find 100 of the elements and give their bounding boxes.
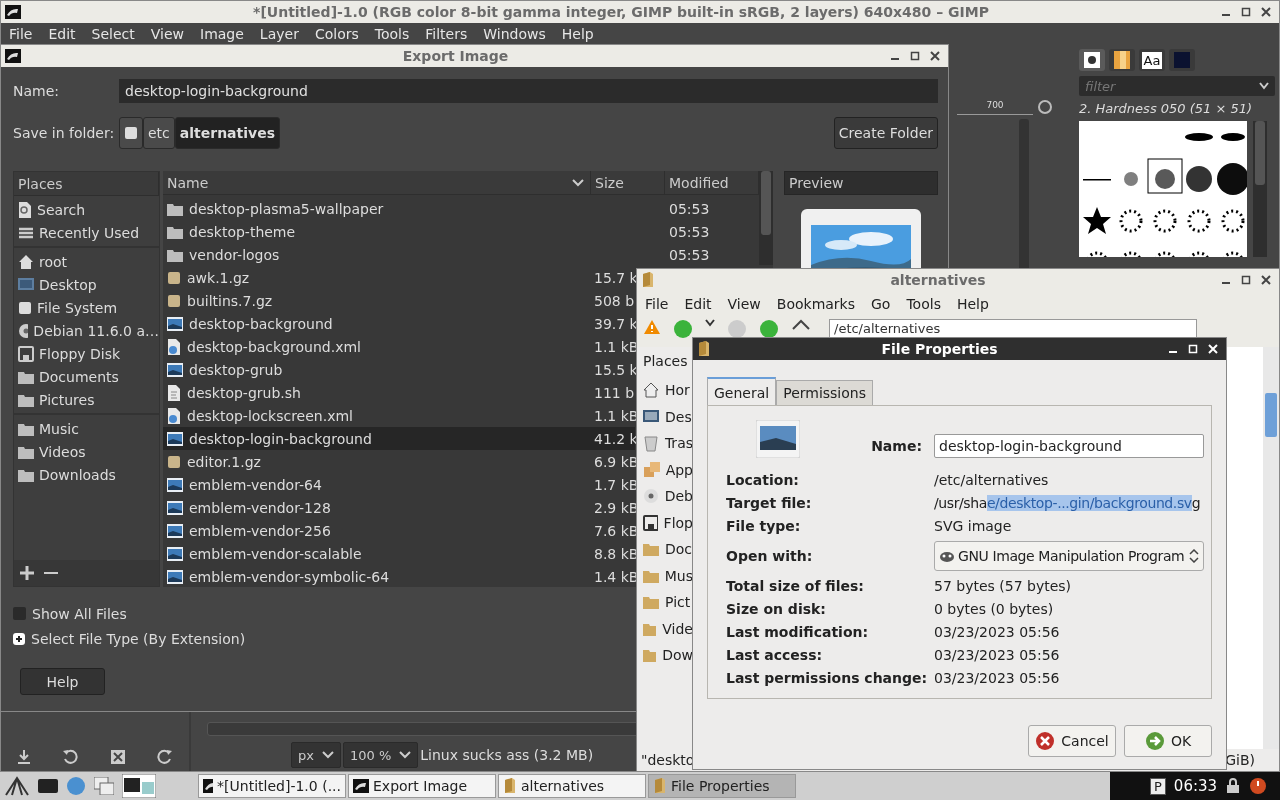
place-item[interactable]: Videos [14,440,159,463]
place-item[interactable]: Pict [643,589,693,616]
file-row[interactable]: builtins.7.gz 508 b [163,289,635,312]
menu-item[interactable]: View [142,26,192,42]
taskbar-button[interactable]: *[Untitled]-1.0 (... [198,774,346,798]
menu-item[interactable]: Tools [366,26,418,42]
place-item[interactable]: Deb [643,483,693,510]
place-item[interactable]: Pictures [14,388,159,411]
lock-icon[interactable] [1225,778,1242,794]
menu-item[interactable]: Layer [251,26,307,42]
place-item[interactable]: Dow [643,642,693,669]
image-file-icon [167,362,183,377]
place-item[interactable]: Doc [643,536,693,563]
path-button[interactable]: etc [143,117,175,149]
maximize-icon[interactable] [910,51,920,61]
menu-item[interactable]: Colors [306,26,367,42]
column-header[interactable]: Name [163,171,591,195]
tray-icon[interactable]: P [1150,777,1166,795]
menu-item[interactable]: Select [83,26,143,42]
maximize-icon[interactable] [1241,7,1251,17]
forward-icon[interactable] [727,319,747,339]
up-icon[interactable] [759,319,779,339]
place-item[interactable]: Music [14,417,159,440]
place-item[interactable]: App [643,456,693,483]
menu-item[interactable]: Go [863,296,899,312]
file-size: 111 b [593,384,635,401]
menu-item[interactable]: View [719,296,769,312]
image-file-icon [756,420,800,458]
reset-icon[interactable] [157,749,174,765]
place-item[interactable]: File System [14,296,159,319]
place-item[interactable]: Mus [643,562,693,589]
menu-item[interactable]: Help [948,296,997,312]
unit-select[interactable]: px [291,742,341,768]
place-item[interactable]: Floppy Disk [14,342,159,365]
add-icon[interactable] [20,566,34,580]
file-name: desktop-grub.sh [163,384,591,401]
place-item[interactable]: Recently Used [14,221,159,244]
ok-button[interactable]: OK [1124,725,1212,757]
menu-item[interactable]: Image [192,26,252,42]
taskbar-button[interactable]: Export Image [348,774,496,798]
path-button[interactable]: alternatives [174,117,280,149]
brush-tab[interactable] [1079,49,1105,71]
menu-item[interactable]: Help [553,26,602,42]
create-folder-button[interactable]: Create Folder [833,117,938,149]
tab[interactable]: Permissions [776,380,873,406]
tab[interactable]: General [707,377,777,406]
cancel-button[interactable]: Cancel [1028,725,1116,757]
delete-icon[interactable] [109,749,126,765]
desktop-switcher-icon[interactable] [122,774,156,798]
chevron-down-icon[interactable] [705,319,715,327]
gradient-tab[interactable] [1109,49,1135,71]
folder-icon [167,247,183,262]
zoom-select[interactable]: 100 % [342,742,419,768]
path-button[interactable] [119,117,143,149]
close-icon[interactable] [930,51,940,61]
place-item[interactable]: Search [14,198,159,221]
name-field[interactable]: desktop-login-background [934,434,1204,458]
taskbar-button[interactable]: alternatives [498,774,646,798]
close-icon[interactable] [1261,7,1271,17]
field-label: Last access: [726,646,824,663]
zoom-icon[interactable] [1037,99,1053,115]
place-item[interactable]: Downloads [14,463,159,486]
place-item[interactable]: Desktop [14,273,159,296]
place-item[interactable]: Tras [643,430,693,457]
menu-item[interactable]: File [1,26,41,42]
file-row[interactable]: desktop-grub.sh 111 b [163,381,635,404]
menu-item[interactable]: Tools [898,296,949,312]
windows-icon[interactable] [94,777,114,795]
menu-item[interactable]: Edit [676,296,720,312]
open-with-select[interactable]: GNU Image Manipulation Program [934,540,1204,571]
file-row[interactable]: desktop-theme 05:53 [163,220,757,243]
column-header[interactable]: Size [591,171,665,195]
name-field[interactable]: desktop-login-background [119,79,938,103]
menu-item[interactable]: File [637,296,677,312]
file-row[interactable]: vendor-logos 05:53 [163,243,757,266]
brush-grid-drawing[interactable] [1079,121,1247,257]
menu-item[interactable]: Windows [475,26,554,42]
close-icon[interactable] [1261,275,1271,285]
place-item[interactable]: Vide [643,615,693,642]
column-header[interactable]: Modified [665,171,759,195]
power-icon[interactable] [1249,777,1268,795]
menu-item[interactable]: Filters [417,26,476,42]
place-item[interactable]: Documents [14,365,159,388]
folder-icon [643,648,657,663]
font-tab[interactable]: Aa [1139,49,1165,71]
status-text: "deskto [641,752,695,768]
place-item[interactable]: Hor [643,377,693,404]
place-item[interactable]: Debian 11.6.0 a… [14,319,159,342]
place-item[interactable]: Des [643,403,693,430]
taskbar-button[interactable]: File Properties [648,774,796,798]
menu-item[interactable]: Edit [40,26,84,42]
help-button[interactable]: Help [20,668,105,695]
file-row[interactable]: desktop-plasma5-wallpaper 05:53 [163,197,757,220]
maximize-icon[interactable] [1241,275,1251,285]
download-icon[interactable] [16,749,31,765]
undo-icon[interactable] [62,749,79,765]
menu-icon[interactable] [4,775,30,797]
place-item[interactable]: root [14,250,159,273]
place-item[interactable]: Flop [643,509,693,536]
menu-item[interactable]: Bookmarks [768,296,863,312]
